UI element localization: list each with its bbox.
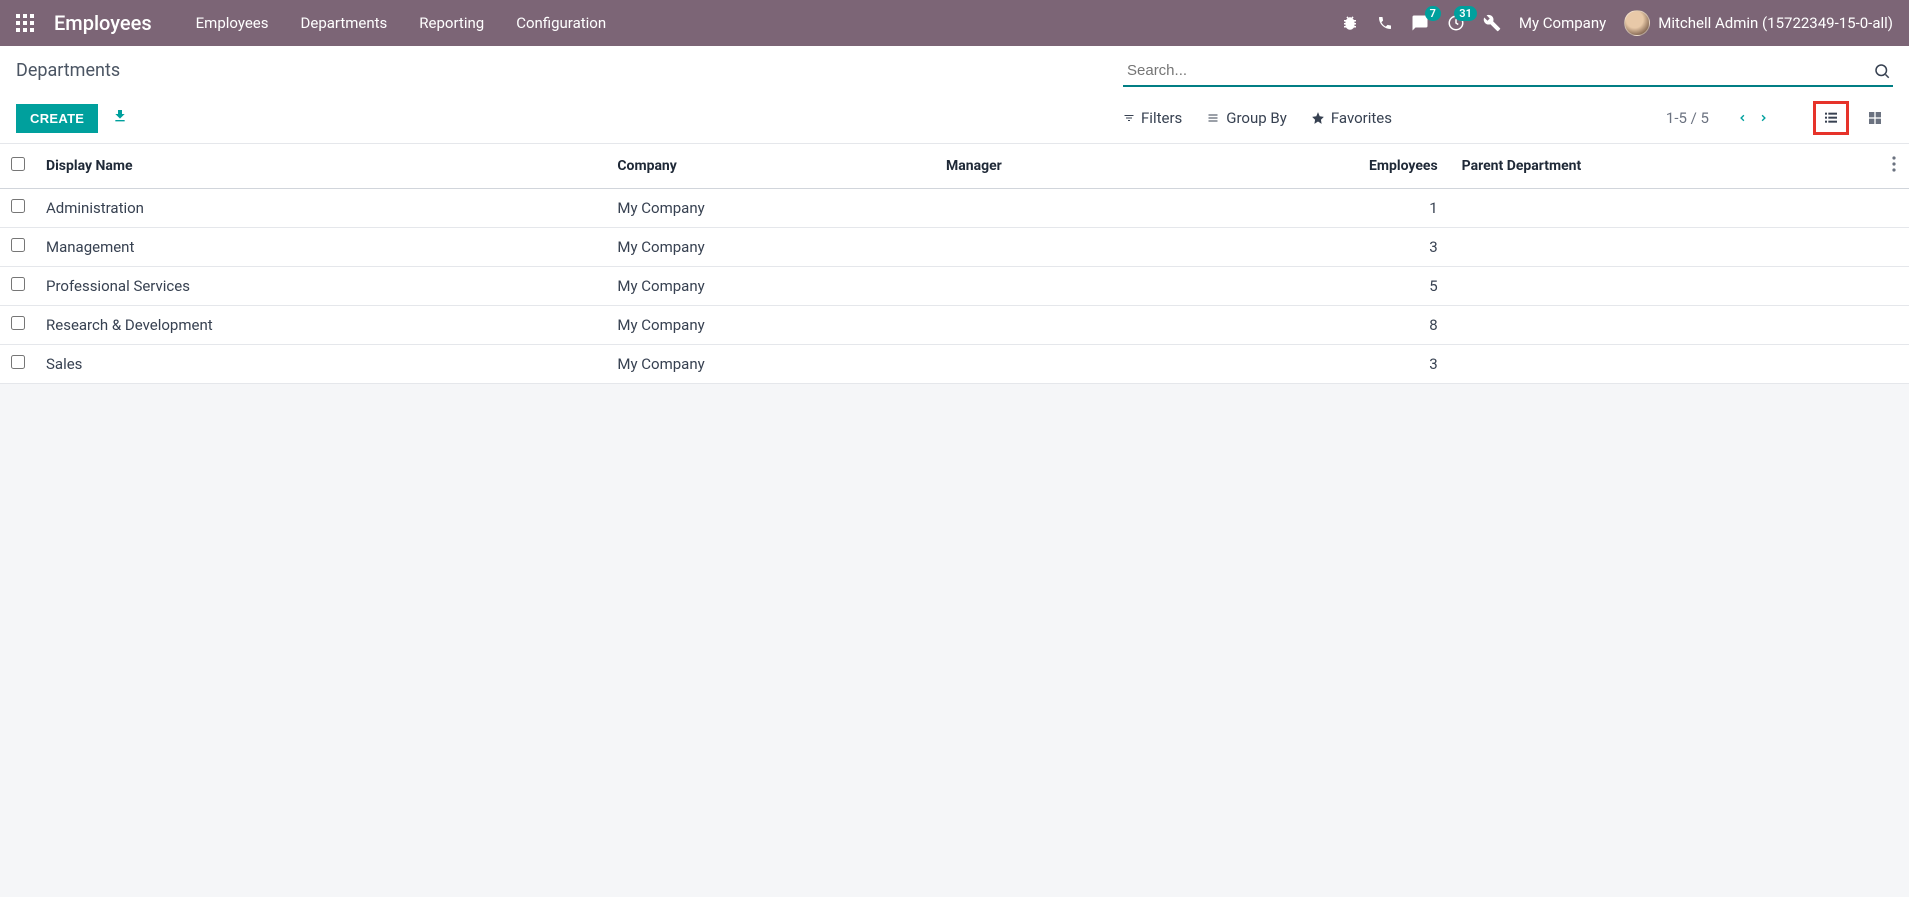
nav-menu: Employees Departments Reporting Configur… xyxy=(196,14,606,32)
columns-menu[interactable] xyxy=(1879,144,1909,189)
cell-company: My Company xyxy=(607,267,936,306)
filters-label: Filters xyxy=(1141,109,1182,127)
nav-menu-reporting[interactable]: Reporting xyxy=(419,14,484,32)
table-row[interactable]: ManagementMy Company 3 xyxy=(0,228,1909,267)
list-view-icon xyxy=(1822,110,1840,126)
header-display-name[interactable]: Display Name xyxy=(36,144,607,189)
list-icon xyxy=(1206,112,1220,124)
chevron-left-icon xyxy=(1737,110,1748,126)
cell-manager xyxy=(936,189,1168,228)
kebab-icon xyxy=(1892,156,1896,172)
cell-employees: 3 xyxy=(1168,345,1452,384)
cell-display-name: Sales xyxy=(36,345,607,384)
favorites-label: Favorites xyxy=(1331,109,1392,127)
row-checkbox[interactable] xyxy=(11,238,25,252)
cell-parent-department xyxy=(1452,189,1879,228)
cell-manager xyxy=(936,345,1168,384)
pager-prev[interactable] xyxy=(1737,110,1748,126)
filter-icon xyxy=(1123,112,1135,124)
breadcrumb: Departments xyxy=(16,56,120,81)
app-brand[interactable]: Employees xyxy=(54,11,152,35)
cell-display-name: Management xyxy=(36,228,607,267)
view-kanban-button[interactable] xyxy=(1857,101,1893,135)
cell-parent-department xyxy=(1452,267,1879,306)
groupby-button[interactable]: Group By xyxy=(1206,109,1287,127)
cell-company: My Company xyxy=(607,345,936,384)
cell-display-name: Research & Development xyxy=(36,306,607,345)
row-checkbox[interactable] xyxy=(11,277,25,291)
row-checkbox[interactable] xyxy=(11,316,25,330)
control-panel: Departments CREATE Filters Group By Favo… xyxy=(0,46,1909,144)
top-navbar: Employees Employees Departments Reportin… xyxy=(0,0,1909,46)
header-company[interactable]: Company xyxy=(607,144,936,189)
chevron-right-icon xyxy=(1758,110,1769,126)
user-menu[interactable]: Mitchell Admin (15722349-15-0-all) xyxy=(1624,10,1893,36)
nav-menu-departments[interactable]: Departments xyxy=(301,14,388,32)
cell-company: My Company xyxy=(607,189,936,228)
messaging-badge: 7 xyxy=(1425,6,1441,21)
activities-badge: 31 xyxy=(1454,6,1477,21)
nav-menu-employees[interactable]: Employees xyxy=(196,14,269,32)
tools-icon[interactable] xyxy=(1483,14,1501,32)
kanban-view-icon xyxy=(1867,110,1883,126)
cell-employees: 1 xyxy=(1168,189,1452,228)
star-icon xyxy=(1311,111,1325,125)
pager[interactable]: 1-5 / 5 xyxy=(1666,109,1709,127)
select-all-checkbox[interactable] xyxy=(11,157,25,171)
header-employees[interactable]: Employees xyxy=(1168,144,1452,189)
cell-employees: 3 xyxy=(1168,228,1452,267)
create-button[interactable]: CREATE xyxy=(16,104,98,133)
apps-icon[interactable] xyxy=(16,14,34,32)
groupby-label: Group By xyxy=(1226,109,1287,127)
cell-display-name: Administration xyxy=(36,189,607,228)
company-switcher[interactable]: My Company xyxy=(1519,14,1606,32)
cell-manager xyxy=(936,306,1168,345)
search-icon[interactable] xyxy=(1873,62,1891,84)
header-manager[interactable]: Manager xyxy=(936,144,1168,189)
cell-company: My Company xyxy=(607,228,936,267)
avatar xyxy=(1624,10,1650,36)
debug-icon[interactable] xyxy=(1341,14,1359,32)
pager-next[interactable] xyxy=(1758,110,1769,126)
cell-display-name: Professional Services xyxy=(36,267,607,306)
export-icon[interactable] xyxy=(112,108,128,128)
table-row[interactable]: AdministrationMy Company 1 xyxy=(0,189,1909,228)
activities-icon[interactable]: 31 xyxy=(1447,14,1465,32)
cell-parent-department xyxy=(1452,345,1879,384)
cell-employees: 5 xyxy=(1168,267,1452,306)
cell-employees: 8 xyxy=(1168,306,1452,345)
cell-parent-department xyxy=(1452,306,1879,345)
list-view: Display Name Company Manager Employees P… xyxy=(0,144,1909,384)
cell-parent-department xyxy=(1452,228,1879,267)
cell-company: My Company xyxy=(607,306,936,345)
row-checkbox[interactable] xyxy=(11,199,25,213)
cell-manager xyxy=(936,267,1168,306)
messaging-icon[interactable]: 7 xyxy=(1411,14,1429,32)
favorites-button[interactable]: Favorites xyxy=(1311,109,1392,127)
filters-button[interactable]: Filters xyxy=(1123,109,1182,127)
view-list-button[interactable] xyxy=(1813,101,1849,135)
table-row[interactable]: SalesMy Company 3 xyxy=(0,345,1909,384)
table-row[interactable]: Professional ServicesMy Company 5 xyxy=(0,267,1909,306)
nav-menu-configuration[interactable]: Configuration xyxy=(516,14,606,32)
search-input[interactable] xyxy=(1123,56,1893,87)
row-checkbox[interactable] xyxy=(11,355,25,369)
phone-icon[interactable] xyxy=(1377,15,1393,31)
cell-manager xyxy=(936,228,1168,267)
table-row[interactable]: Research & DevelopmentMy Company 8 xyxy=(0,306,1909,345)
header-parent-department[interactable]: Parent Department xyxy=(1452,144,1879,189)
user-name: Mitchell Admin (15722349-15-0-all) xyxy=(1658,14,1893,32)
